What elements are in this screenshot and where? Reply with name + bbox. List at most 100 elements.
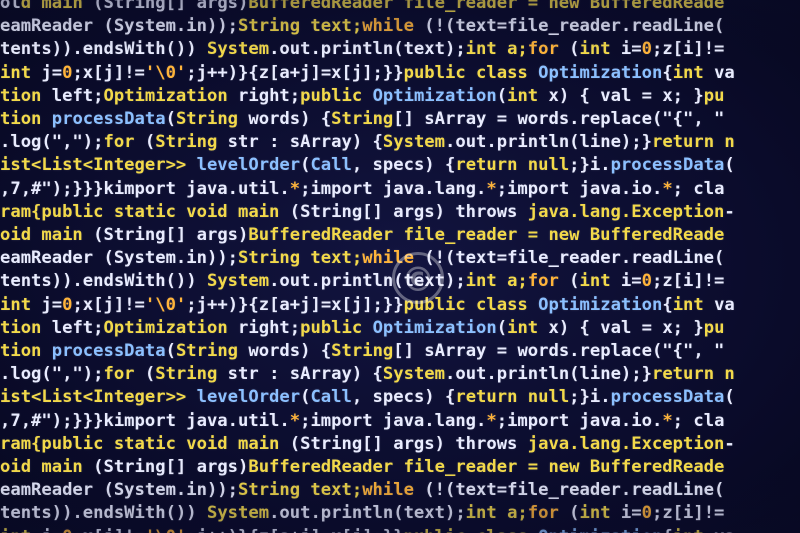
code-token: - (724, 433, 735, 454)
code-token: { (662, 62, 673, 83)
code-token: public class (403, 62, 539, 83)
code-token: ;z[i]!= (651, 503, 725, 524)
code-token: ( (558, 271, 580, 292)
code-token: tion (0, 85, 42, 106)
code-token: .out.println(text); (269, 503, 466, 524)
code-screen-photo: old main (String[] args)BufferedReader f… (0, 0, 800, 533)
code-token: ( (496, 317, 508, 338)
code-token: ( (134, 132, 156, 153)
code-line: .log(",");for (String str : sArray) {Sys… (0, 131, 735, 154)
code-token: ( (300, 387, 311, 408)
code-token: str : sArray) { (217, 364, 383, 385)
code-token: processData (51, 341, 166, 361)
code-token: int (507, 317, 539, 338)
code-token: ;}i. (569, 155, 611, 176)
code-token: left; (41, 317, 104, 338)
code-token: ;z[i]!= (651, 39, 725, 60)
code-token: ol (0, 0, 21, 13)
code-token: ;import java.io. (496, 410, 663, 431)
code-token: (!(text=file_reader.readLine( (413, 248, 725, 269)
code-token: ;j++)}{z[a+j]=x[j];}} (186, 62, 404, 83)
code-token: Optimization (372, 85, 497, 106)
code-token: System (206, 39, 270, 60)
code-token: right; (227, 317, 301, 338)
code-token: int (672, 294, 704, 315)
code-token: , specs) { (351, 155, 456, 176)
code-line: ist<List<Integer>> levelOrder(Call, spec… (0, 386, 735, 409)
code-token: for (527, 503, 559, 524)
code-token: ( (165, 109, 176, 129)
code-token: 0 (62, 527, 72, 533)
code-token: * (486, 410, 497, 431)
code-token: * (289, 178, 301, 199)
code-token: words) { (238, 341, 332, 361)
code-token: ;x[j]!= (72, 62, 145, 83)
code-token: public (300, 317, 373, 338)
code-token: Optimization (103, 85, 228, 106)
code-line: old main (String[] args)BufferedReader f… (0, 0, 724, 15)
code-token: pu (703, 85, 725, 106)
code-token: levelOrder (196, 387, 301, 408)
code-line: tion processData(String words) {String[]… (0, 340, 724, 363)
code-token: left; (41, 85, 104, 106)
code-token: Optimization (372, 317, 497, 338)
code-token: System (206, 503, 270, 524)
code-token: .out.println(line);} (445, 132, 652, 153)
code-line: tents)).endsWith()) System.out.println(t… (0, 270, 724, 293)
code-line: ram{public static void main (String[] ar… (0, 433, 735, 456)
code-token: '\0' (144, 62, 187, 83)
code-token: Optimization (103, 317, 228, 338)
code-token: return null (455, 155, 570, 176)
code-line: eamReader (System.in));String text;while… (0, 479, 724, 502)
code-token: 0 (641, 39, 652, 60)
code-token: (String[] args) throws (289, 433, 528, 454)
code-token: .log(","); (0, 132, 104, 153)
code-token: int a; (465, 39, 528, 60)
code-token: Call (310, 155, 352, 176)
code-line: tents)).endsWith()) System.out.println(t… (0, 38, 724, 61)
code-token: for (527, 271, 559, 292)
code-token: * (662, 178, 673, 199)
code-token: Optimization (538, 527, 662, 533)
code-token: ist<List<Integer>> (0, 155, 197, 176)
code-token: ram{public static void main (0, 201, 290, 222)
code-token: System (382, 364, 445, 385)
code-token: int (0, 62, 32, 83)
code-token: { (662, 294, 673, 315)
code-token: ;}i. (569, 387, 611, 408)
code-token: 0 (641, 271, 652, 292)
code-token: * (289, 410, 301, 431)
code-token: ;import java.lang. (300, 178, 487, 199)
code-line: int j=0;x[j]!='\0';j++)}{z[a+j]=x[j];}}p… (0, 294, 735, 317)
code-token: j= (31, 527, 62, 533)
code-token: while (362, 16, 414, 37)
code-token: x) { val = x; } (538, 317, 704, 338)
code-token: j= (31, 294, 63, 315)
code-token: (String[] args) (93, 0, 249, 13)
code-token: String (331, 341, 394, 361)
code-token: int (672, 62, 704, 83)
code-token: String (175, 109, 239, 129)
code-token: int (579, 503, 611, 524)
code-token: ( (724, 387, 735, 408)
code-token: { (662, 527, 672, 533)
copyright-watermark-icon: © (392, 252, 444, 304)
code-token: BufferedReader file_reader = new Buffere… (248, 457, 725, 477)
code-token: ( (300, 155, 311, 176)
code-token: int (579, 271, 611, 292)
code-line: tents)).endsWith()) System.out.println(t… (0, 502, 724, 525)
code-token: String (155, 364, 218, 385)
code-line: ,7,#");}}}kimport java.util.*;import jav… (0, 410, 724, 433)
code-token: .log(","); (0, 364, 104, 385)
code-line: tion left;Optimization right;public Opti… (0, 317, 724, 340)
code-token: int (507, 85, 539, 106)
code-line: int j=0;x[j]!='\0';j++)}{z[a+j]=x[j];}}p… (0, 62, 735, 85)
code-token: BufferedReader file_reader = new Buffere… (248, 225, 725, 245)
code-token: * (486, 178, 497, 199)
code-token: i= (610, 503, 642, 524)
code-line: tion left;Optimization right;public Opti… (0, 85, 724, 108)
code-token: (String[] args) (93, 457, 249, 477)
code-token: j= (31, 62, 63, 83)
code-token: int (0, 294, 32, 315)
code-token: ( (558, 503, 580, 524)
